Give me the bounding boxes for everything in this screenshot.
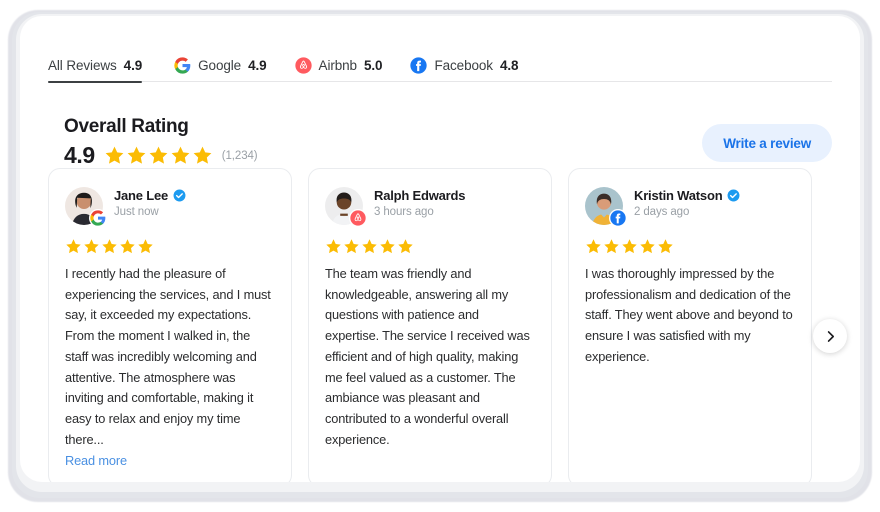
star-icon	[622, 239, 637, 254]
star-icon	[380, 239, 395, 254]
review-text: The team was friendly and knowledgeable,…	[325, 266, 530, 447]
reviewer-name: Jane Lee	[114, 188, 169, 203]
overall-rating-row: 4.9 (1,234)	[64, 144, 258, 167]
overall-rating-value: 4.9	[64, 142, 95, 168]
reviews-source-tabs: All Reviews 4.9 Google 4.9 Airbnb 5.0 Facebook…	[48, 50, 832, 83]
verified-badge-icon	[727, 189, 740, 202]
review-card-header: Jane Lee Just now	[65, 187, 275, 227]
tab-score: 4.9	[123, 58, 143, 73]
reviewer-info: Kristin Watson 2 days ago	[634, 187, 740, 218]
review-text: I recently had the pleasure of experienc…	[65, 266, 271, 447]
review-timestamp: 2 days ago	[634, 206, 690, 218]
read-more-link[interactable]: Read more	[65, 453, 127, 468]
star-icon	[102, 239, 117, 254]
review-timestamp: 3 hours ago	[374, 206, 434, 218]
verified-badge	[727, 189, 740, 202]
star-icon	[604, 239, 619, 254]
google-icon	[90, 210, 106, 226]
reviewer-name-line: Jane Lee	[114, 188, 186, 203]
reviewer-name-line: Kristin Watson	[634, 188, 740, 203]
write-a-review-button[interactable]: Write a review	[702, 124, 832, 162]
verified-badge	[173, 189, 186, 202]
tab-score: 5.0	[363, 58, 383, 73]
review-timestamp: Just now	[114, 206, 159, 218]
page-title: Overall Rating	[64, 116, 189, 137]
overall-rating-block: Overall Rating 4.9 (1,234)	[64, 116, 258, 167]
avatar	[325, 187, 367, 227]
review-source-badge	[89, 209, 107, 227]
reviews-carousel: Jane Lee Just now I recently had the pleas…	[48, 168, 838, 482]
reviewer-name: Kristin Watson	[634, 188, 723, 203]
facebook-icon	[410, 57, 428, 74]
overall-star-rating	[104, 145, 213, 166]
tab-score: 4.9	[248, 58, 267, 73]
google-icon	[174, 57, 191, 74]
star-icon	[66, 239, 81, 254]
star-icon	[344, 239, 359, 254]
star-icon	[640, 239, 655, 254]
airbnb-icon	[294, 57, 312, 74]
review-source-badge	[609, 209, 627, 227]
tab-airbnb[interactable]: Airbnb 5.0	[294, 50, 397, 82]
reviewer-name: Ralph Edwards	[374, 188, 466, 203]
tab-label: All Reviews	[48, 58, 117, 73]
star-icon	[193, 146, 212, 164]
star-icon	[398, 239, 413, 254]
tab-label: Google	[198, 58, 242, 73]
star-icon	[120, 239, 135, 254]
reviewer-info: Jane Lee Just now	[114, 187, 186, 218]
star-icon	[171, 146, 190, 164]
airbnb-icon	[350, 210, 366, 226]
star-icon	[658, 239, 673, 254]
star-icon	[586, 239, 601, 254]
review-card-header: Ralph Edwards 3 hours ago	[325, 187, 535, 227]
review-card-header: Kristin Watson 2 days ago	[585, 187, 795, 227]
review-card: Kristin Watson 2 days ago I was thoroughly…	[568, 168, 812, 482]
star-icon	[149, 146, 168, 164]
reviewer-name-line: Ralph Edwards	[374, 188, 466, 203]
tab-facebook[interactable]: Facebook 4.8	[410, 50, 532, 82]
tab-label: Facebook	[434, 58, 493, 73]
star-icon	[362, 239, 377, 254]
facebook-icon	[610, 210, 626, 226]
review-star-rating	[65, 238, 275, 255]
review-count: (1,234)	[221, 149, 258, 162]
review-source-badge	[349, 209, 367, 227]
reviewer-info: Ralph Edwards 3 hours ago	[374, 187, 466, 218]
tab-label: Airbnb	[318, 58, 358, 73]
review-star-rating	[325, 238, 535, 255]
carousel-next-button[interactable]	[813, 319, 847, 353]
tab-score: 4.8	[499, 58, 519, 73]
star-icon	[127, 146, 146, 164]
star-icon	[84, 239, 99, 254]
verified-badge-icon	[173, 189, 186, 202]
avatar	[585, 187, 627, 227]
star-icon	[105, 146, 124, 164]
tab-google[interactable]: Google 4.9	[174, 50, 280, 82]
review-star-rating	[585, 238, 795, 255]
avatar	[65, 187, 107, 227]
chevron-right-icon	[827, 330, 834, 342]
tab-all-reviews[interactable]: All Reviews 4.9	[48, 50, 148, 83]
review-text: I was thoroughly impressed by the profes…	[585, 266, 793, 364]
review-card: Jane Lee Just now I recently had the pleas…	[48, 168, 292, 482]
star-icon	[138, 239, 153, 254]
star-icon	[326, 239, 341, 254]
review-card: Ralph Edwards 3 hours ago The team was fri…	[308, 168, 552, 482]
reviews-widget-panel: All Reviews 4.9 Google 4.9 Airbnb 5.0 Facebook…	[20, 16, 860, 482]
